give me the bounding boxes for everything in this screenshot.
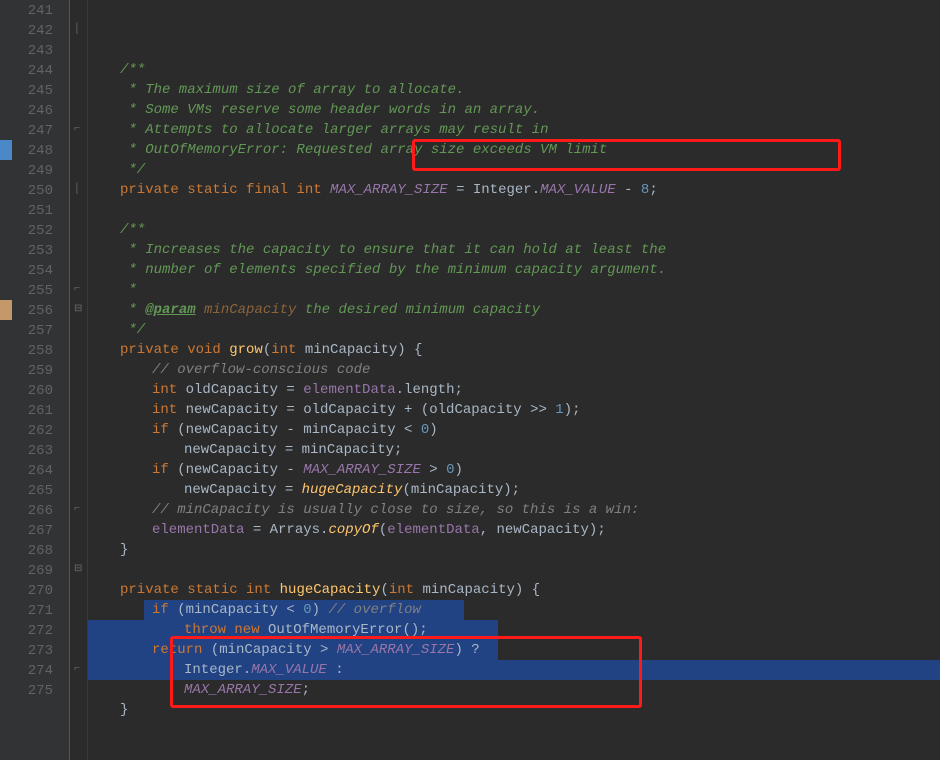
code-line[interactable]: throw new OutOfMemoryError(); [96, 620, 940, 640]
gutter-marker [0, 300, 12, 320]
code-line[interactable]: if (newCapacity - minCapacity < 0) [96, 420, 940, 440]
code-line[interactable]: * number of elements specified by the mi… [96, 260, 940, 280]
line-number[interactable]: 254 [12, 260, 53, 280]
line-number[interactable]: 241 [12, 0, 53, 20]
code-line[interactable]: * @param minCapacity the desired minimum… [96, 300, 940, 320]
line-number[interactable]: 246 [12, 100, 53, 120]
fold-collapse-icon[interactable]: ⊟ [74, 565, 84, 575]
code-line[interactable]: int oldCapacity = elementData.length; [96, 380, 940, 400]
code-line[interactable]: * Increases the capacity to ensure that … [96, 240, 940, 260]
line-number[interactable]: 274 [12, 660, 53, 680]
code-line[interactable]: if (minCapacity < 0) // overflow [96, 600, 940, 620]
code-line[interactable]: MAX_ARRAY_SIZE; [96, 680, 940, 700]
code-line[interactable] [96, 560, 940, 580]
line-number[interactable]: 264 [12, 460, 53, 480]
line-number[interactable]: 270 [12, 580, 53, 600]
line-number[interactable]: 245 [12, 80, 53, 100]
code-line[interactable]: * OutOfMemoryError: Requested array size… [96, 140, 940, 160]
line-number[interactable]: 255 [12, 280, 53, 300]
code-line[interactable]: * Some VMs reserve some header words in … [96, 100, 940, 120]
line-number[interactable]: 247 [12, 120, 53, 140]
line-number[interactable]: 250 [12, 180, 53, 200]
code-line[interactable]: private static final int MAX_ARRAY_SIZE … [96, 180, 940, 200]
line-number[interactable]: 251 [12, 200, 53, 220]
line-number[interactable]: 271 [12, 600, 53, 620]
fold-end-icon: ⌐ [74, 125, 84, 135]
code-line[interactable]: private void grow(int minCapacity) { [96, 340, 940, 360]
line-number[interactable]: 266 [12, 500, 53, 520]
line-number[interactable]: 244 [12, 60, 53, 80]
code-line[interactable]: // minCapacity is usually close to size,… [96, 500, 940, 520]
code-line[interactable]: } [96, 540, 940, 560]
fold-guide-icon: │ [74, 25, 84, 35]
code-area[interactable]: /** * The maximum size of array to alloc… [88, 0, 940, 760]
code-line[interactable]: private static int hugeCapacity(int minC… [96, 580, 940, 600]
code-line[interactable]: elementData = Arrays.copyOf(elementData,… [96, 520, 940, 540]
code-line[interactable]: /** [96, 60, 940, 80]
code-line[interactable]: return (minCapacity > MAX_ARRAY_SIZE) ? [96, 640, 940, 660]
code-line[interactable]: /** [96, 220, 940, 240]
marker-strip [0, 0, 12, 760]
code-line[interactable]: newCapacity = minCapacity; [96, 440, 940, 460]
line-number[interactable]: 272 [12, 620, 53, 640]
code-line[interactable] [96, 200, 940, 220]
line-number[interactable]: 267 [12, 520, 53, 540]
code-line[interactable] [96, 720, 940, 740]
line-number[interactable]: 263 [12, 440, 53, 460]
line-number[interactable]: 258 [12, 340, 53, 360]
line-number[interactable]: 260 [12, 380, 53, 400]
line-number[interactable]: 262 [12, 420, 53, 440]
fold-end-icon: ⌐ [74, 505, 84, 515]
line-number[interactable]: 273 [12, 640, 53, 660]
code-line[interactable]: */ [96, 320, 940, 340]
code-line[interactable]: if (newCapacity - MAX_ARRAY_SIZE > 0) [96, 460, 940, 480]
code-line[interactable]: // overflow-conscious code [96, 360, 940, 380]
code-line[interactable]: int newCapacity = oldCapacity + (oldCapa… [96, 400, 940, 420]
fold-collapse-icon[interactable]: ⊟ [74, 305, 84, 315]
code-editor[interactable]: 2412422432442452462472482492502512522532… [0, 0, 940, 760]
line-number[interactable]: 248 [12, 140, 53, 160]
line-number[interactable]: 242 [12, 20, 53, 40]
code-line[interactable] [96, 40, 940, 60]
code-line[interactable]: * The maximum size of array to allocate. [96, 80, 940, 100]
line-number[interactable]: 253 [12, 240, 53, 260]
code-line[interactable]: Integer.MAX_VALUE : [96, 660, 940, 680]
code-line[interactable]: * [96, 280, 940, 300]
line-number[interactable]: 256 [12, 300, 53, 320]
code-line[interactable]: */ [96, 160, 940, 180]
code-line[interactable]: } [96, 700, 940, 720]
line-number[interactable]: 243 [12, 40, 53, 60]
fold-end-icon: ⌐ [74, 665, 84, 675]
line-number[interactable]: 249 [12, 160, 53, 180]
gutter-marker [0, 140, 12, 160]
fold-strip[interactable]: ⊟ ⊟ ⌐ ⌐ ⌐ ⌐ │ │ [70, 0, 88, 760]
line-number[interactable]: 259 [12, 360, 53, 380]
line-number[interactable]: 275 [12, 680, 53, 700]
line-number[interactable]: 265 [12, 480, 53, 500]
fold-guide-icon: │ [74, 185, 84, 195]
line-number[interactable]: 261 [12, 400, 53, 420]
line-number-gutter[interactable]: 2412422432442452462472482492502512522532… [12, 0, 70, 760]
line-number[interactable]: 269 [12, 560, 53, 580]
line-number[interactable]: 252 [12, 220, 53, 240]
line-number[interactable]: 257 [12, 320, 53, 340]
fold-end-icon: ⌐ [74, 285, 84, 295]
code-line[interactable]: * Attempts to allocate larger arrays may… [96, 120, 940, 140]
code-line[interactable]: newCapacity = hugeCapacity(minCapacity); [96, 480, 940, 500]
line-number[interactable]: 268 [12, 540, 53, 560]
